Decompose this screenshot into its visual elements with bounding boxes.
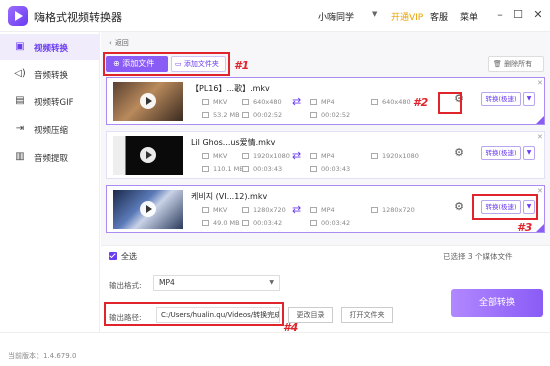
audio-icon: ◁) (14, 68, 26, 79)
file-name: Lil Ghos...us爱情.mkv (191, 138, 276, 147)
file-row[interactable]: 【PL16】...歌】.mkv MKV 640x480 53.2 MB 00:0… (106, 77, 545, 125)
gear-icon[interactable]: ⚙ (453, 201, 465, 213)
chevron-down-icon[interactable]: ▼ (523, 92, 535, 106)
video-thumbnail[interactable] (113, 136, 183, 175)
dst-duration: 00:02:52 (310, 111, 350, 119)
annotation-label-3: #3 (517, 221, 533, 234)
vip-link[interactable]: 开通VIP (391, 10, 423, 23)
file-name: 【PL16】...歌】.mkv (191, 84, 270, 93)
src-size: 53.2 MB (202, 111, 240, 119)
output-format-value: MP4 (159, 278, 175, 287)
close-icon[interactable]: ✕ (537, 79, 543, 87)
sidebar-item-video-convert[interactable]: ▣ 视频转换 (0, 34, 100, 60)
delete-all-label: 删除所有 (504, 60, 533, 68)
maximize-icon[interactable]: ☐ (510, 7, 526, 23)
close-icon[interactable]: ✕ (537, 133, 543, 141)
selected-count: 已选择 3 个媒体文件 (443, 252, 513, 261)
convert-button[interactable]: 转换(极速) (481, 146, 521, 160)
video-convert-icon: ▣ (15, 41, 25, 52)
play-icon[interactable] (140, 201, 156, 217)
dst-format: MP4 (310, 152, 335, 160)
app-logo-icon (8, 6, 28, 26)
dst-resolution: 1920x1080 (371, 152, 419, 160)
file-row[interactable]: Lil Ghos...us爱情.mkv MKV 1920x1080 110.1 … (106, 131, 545, 179)
video-thumbnail[interactable] (113, 190, 183, 229)
src-format: MKV (202, 152, 227, 160)
dst-resolution: 1280x720 (371, 206, 415, 214)
open-folder-button[interactable]: 打开文件夹 (341, 307, 393, 323)
shuffle-icon: ⇄ (292, 203, 302, 216)
chevron-down-icon[interactable]: ▼ (523, 146, 535, 160)
shuffle-icon: ⇄ (292, 95, 302, 108)
annotation-box-1 (103, 52, 230, 76)
sidebar-item-label: 视频转GIF (34, 98, 74, 108)
annotation-label-2: #2 (413, 96, 429, 109)
src-duration: 00:03:43 (242, 165, 282, 173)
annotation-box-4 (104, 302, 284, 326)
src-size: 110.1 MB (202, 165, 244, 173)
file-name: 케비지 (VI...12).mkv (191, 192, 268, 201)
sidebar-item-label: 音频转换 (34, 71, 69, 81)
output-settings-panel: 全选 已选择 3 个媒体文件 输出格式: MP4 ▼ 输出路径: C:/User… (101, 245, 550, 334)
dst-format: MP4 (310, 206, 335, 214)
shuffle-icon: ⇄ (292, 149, 302, 162)
annotation-box-3 (472, 194, 538, 220)
sidebar-item-label: 视频压缩 (34, 126, 69, 136)
service-link[interactable]: 客服 (430, 10, 448, 23)
delete-all-button[interactable]: 🗑 删除所有 (488, 56, 544, 72)
gif-icon: ▤ (15, 95, 25, 106)
user-name[interactable]: 小嗨同学 (318, 10, 354, 23)
output-format-select[interactable]: MP4 ▼ (153, 275, 280, 291)
select-all-checkbox[interactable] (109, 252, 117, 260)
src-duration: 00:03:42 (242, 219, 282, 227)
row-corner-mark (536, 224, 544, 232)
convert-button[interactable]: 转换(极速) (481, 92, 521, 106)
sidebar-item-label: 音频提取 (34, 154, 69, 164)
src-resolution: 1920x1080 (242, 152, 290, 160)
output-format-label: 输出格式: (109, 281, 142, 290)
play-icon[interactable] (140, 147, 156, 163)
dst-duration: 00:03:42 (310, 219, 350, 227)
row-corner-mark (536, 116, 544, 124)
src-resolution: 1280x720 (242, 206, 286, 214)
dst-duration: 00:03:43 (310, 165, 350, 173)
src-format: MKV (202, 206, 227, 214)
main-panel: ‹ 返回 ⊕ 添加文件 ▭ 添加文件夹 #1 🗑 删除所有 【PL16】...歌】… (101, 32, 550, 334)
dst-format: MP4 (310, 98, 335, 106)
select-all-label[interactable]: 全选 (121, 251, 137, 262)
menu-link[interactable]: 菜单 (460, 10, 478, 23)
sidebar: ▣ 视频转换 ◁) 音频转换 ▤ 视频转GIF ⇥ 视频压缩 ▥ 音频提取 (0, 32, 100, 332)
sidebar-item-audio-convert[interactable]: ◁) 音频转换 (0, 61, 100, 87)
chevron-down-icon[interactable]: ▼ (372, 10, 377, 18)
compress-icon: ⇥ (15, 123, 25, 134)
src-size: 49.0 MB (202, 219, 240, 227)
close-icon[interactable]: ✕ (530, 7, 546, 23)
status-bar: 当前版本：1.4.679.0 (0, 332, 550, 366)
sidebar-item-compress[interactable]: ⇥ 视频压缩 (0, 116, 100, 142)
back-button[interactable]: ‹ 返回 (109, 38, 132, 48)
chevron-down-icon: ▼ (269, 279, 274, 286)
annotation-label-1: #1 (234, 59, 250, 72)
minimize-icon[interactable]: – (492, 7, 508, 23)
title-bar: 嗨格式视频转换器 小嗨同学 ▼ 开通VIP 客服 菜单 – ☐ ✕ (0, 0, 550, 32)
dst-resolution: 640x480 (371, 98, 411, 106)
src-format: MKV (202, 98, 227, 106)
gear-icon[interactable]: ⚙ (453, 147, 465, 159)
src-duration: 00:02:52 (242, 111, 282, 119)
video-thumbnail[interactable] (113, 82, 183, 121)
chevron-left-icon: ‹ (109, 39, 112, 47)
sidebar-item-label: 视频转换 (34, 44, 69, 54)
play-icon[interactable] (140, 93, 156, 109)
annotation-box-2 (438, 92, 462, 114)
version-text: 当前版本：1.4.679.0 (8, 352, 77, 360)
extract-icon: ▥ (15, 151, 25, 162)
src-resolution: 640x480 (242, 98, 282, 106)
convert-all-button[interactable]: 全部转换 (451, 289, 543, 317)
sidebar-item-extract[interactable]: ▥ 音频提取 (0, 144, 100, 170)
sidebar-item-gif[interactable]: ▤ 视频转GIF (0, 88, 100, 114)
back-label: 返回 (114, 39, 129, 47)
app-title: 嗨格式视频转换器 (34, 11, 122, 24)
